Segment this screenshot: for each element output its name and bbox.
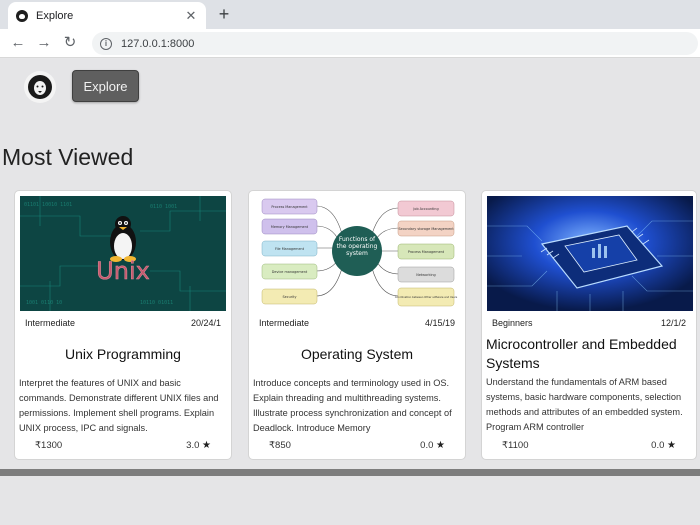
card-meta: Intermediate 4/15/19: [259, 318, 455, 328]
back-arrow-icon[interactable]: ←: [9, 34, 27, 52]
course-level: Intermediate: [259, 318, 310, 328]
course-price: ₹1300: [35, 440, 63, 451]
course-rating: 0.0 ★: [651, 440, 676, 451]
card-meta: Intermediate 20/24/1: [25, 318, 221, 328]
unix-image-label: Unix: [96, 257, 150, 285]
mindmap-node-label: Secondary storage Management: [398, 227, 454, 231]
page-content: Explore Most Viewed 01101 10010 1101 1011…: [0, 59, 700, 525]
course-date: 12/1/2: [660, 318, 686, 328]
forward-arrow-icon[interactable]: →: [35, 34, 53, 52]
microcontroller-chip-image: [487, 196, 693, 311]
address-bar[interactable]: i 127.0.0.1:8000: [92, 32, 698, 55]
course-card[interactable]: Process Management Memory Management Fil…: [248, 190, 466, 460]
course-title[interactable]: Unix Programming: [19, 345, 227, 364]
course-description: Interpret the features of UNIX and basic…: [19, 378, 219, 433]
course-price: ₹850: [269, 440, 291, 451]
svg-text:10110 01011: 10110 01011: [140, 300, 173, 306]
svg-text:0110 1001: 0110 1001: [150, 204, 177, 210]
rating-value: 3.0: [186, 440, 200, 451]
svg-text:1001 0110 10: 1001 0110 10: [26, 300, 62, 306]
mindmap-node-label: Job Accounting: [412, 207, 438, 211]
mindmap-node-label: File Management: [275, 247, 305, 251]
star-icon: ★: [436, 440, 445, 451]
rating-value: 0.0: [420, 440, 434, 451]
site-info-icon[interactable]: i: [100, 37, 112, 50]
mindmap-node-label: Memory Management: [271, 225, 309, 229]
course-card[interactable]: Beginners 12/1/2 Microcontroller and Emb…: [481, 190, 697, 460]
browser-tab-explore[interactable]: Explore ✕: [8, 2, 206, 29]
course-title[interactable]: Microcontroller and Embedded Systems: [486, 335, 692, 373]
mindmap-node-label: Security: [283, 295, 297, 299]
lion-logo-icon: [28, 75, 52, 99]
card-footer: ₹1300 3.0 ★: [35, 440, 211, 451]
card-meta: Beginners 12/1/2: [492, 318, 686, 328]
mindmap-node-label: Process Management: [408, 250, 445, 254]
rating-value: 0.0: [651, 440, 665, 451]
mindmap-center-label: Functions of the operating system: [336, 236, 378, 257]
course-date: 4/15/19: [424, 318, 455, 328]
close-tab-icon[interactable]: ✕: [184, 8, 198, 24]
mindmap-node-label: Process Management: [271, 205, 308, 209]
course-date: 20/24/1: [190, 318, 221, 328]
course-rating: 0.0 ★: [420, 440, 445, 451]
card-footer: ₹850 0.0 ★: [269, 440, 445, 451]
new-tab-button[interactable]: +: [214, 4, 234, 24]
star-icon: ★: [202, 440, 211, 451]
browser-tabstrip: Explore ✕ +: [0, 0, 700, 29]
mindmap-node-label: Coordination between Other software and …: [395, 295, 458, 299]
card-footer: ₹1100 0.0 ★: [502, 440, 676, 451]
site-logo[interactable]: [24, 71, 56, 103]
course-level: Intermediate: [25, 318, 76, 328]
course-card[interactable]: 01101 10010 1101 10110 01011 0110 1001 100…: [14, 190, 232, 460]
course-level: Beginners: [492, 318, 533, 328]
course-description: Introduce concepts and terminology used …: [253, 378, 452, 433]
explore-button[interactable]: Explore: [72, 70, 139, 102]
reload-icon[interactable]: ↻: [61, 34, 79, 52]
horizontal-scrollbar[interactable]: [0, 469, 700, 476]
os-mindmap-image: Process Management Memory Management Fil…: [254, 196, 460, 311]
course-description: Understand the fundamentals of ARM based…: [486, 377, 683, 432]
mindmap-node-label: Networking: [416, 273, 435, 277]
url-text[interactable]: 127.0.0.1:8000: [121, 38, 194, 50]
course-price: ₹1100: [502, 440, 529, 451]
star-icon: ★: [667, 440, 676, 451]
browser-toolbar: ← → ↻ i 127.0.0.1:8000: [0, 29, 700, 58]
site-favicon-icon: [16, 9, 28, 22]
course-title[interactable]: Operating System: [253, 345, 461, 364]
svg-text:01101 10010 1101: 01101 10010 1101: [24, 202, 72, 208]
course-rating: 3.0 ★: [186, 440, 211, 451]
mindmap-node-label: Device management: [272, 270, 308, 274]
section-title: Most Viewed: [2, 144, 134, 170]
unix-penguin-image: 01101 10010 1101 10110 01011 0110 1001 100…: [20, 196, 226, 311]
tab-title: Explore: [36, 9, 74, 22]
